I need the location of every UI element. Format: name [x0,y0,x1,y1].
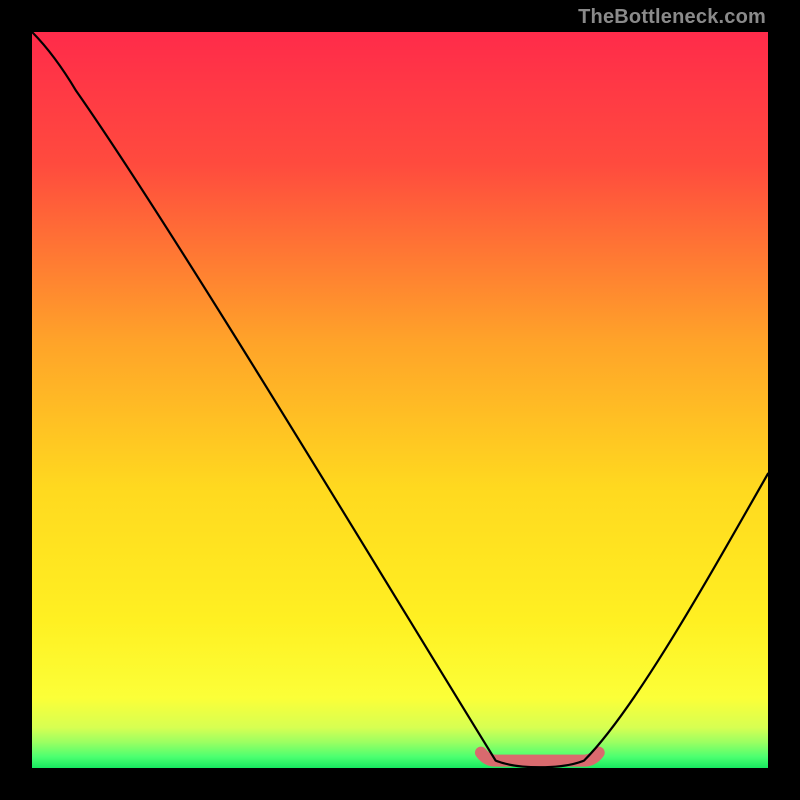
chart-background-gradient [32,32,768,768]
watermark-text: TheBottleneck.com [578,6,766,29]
chart-frame [32,32,768,768]
